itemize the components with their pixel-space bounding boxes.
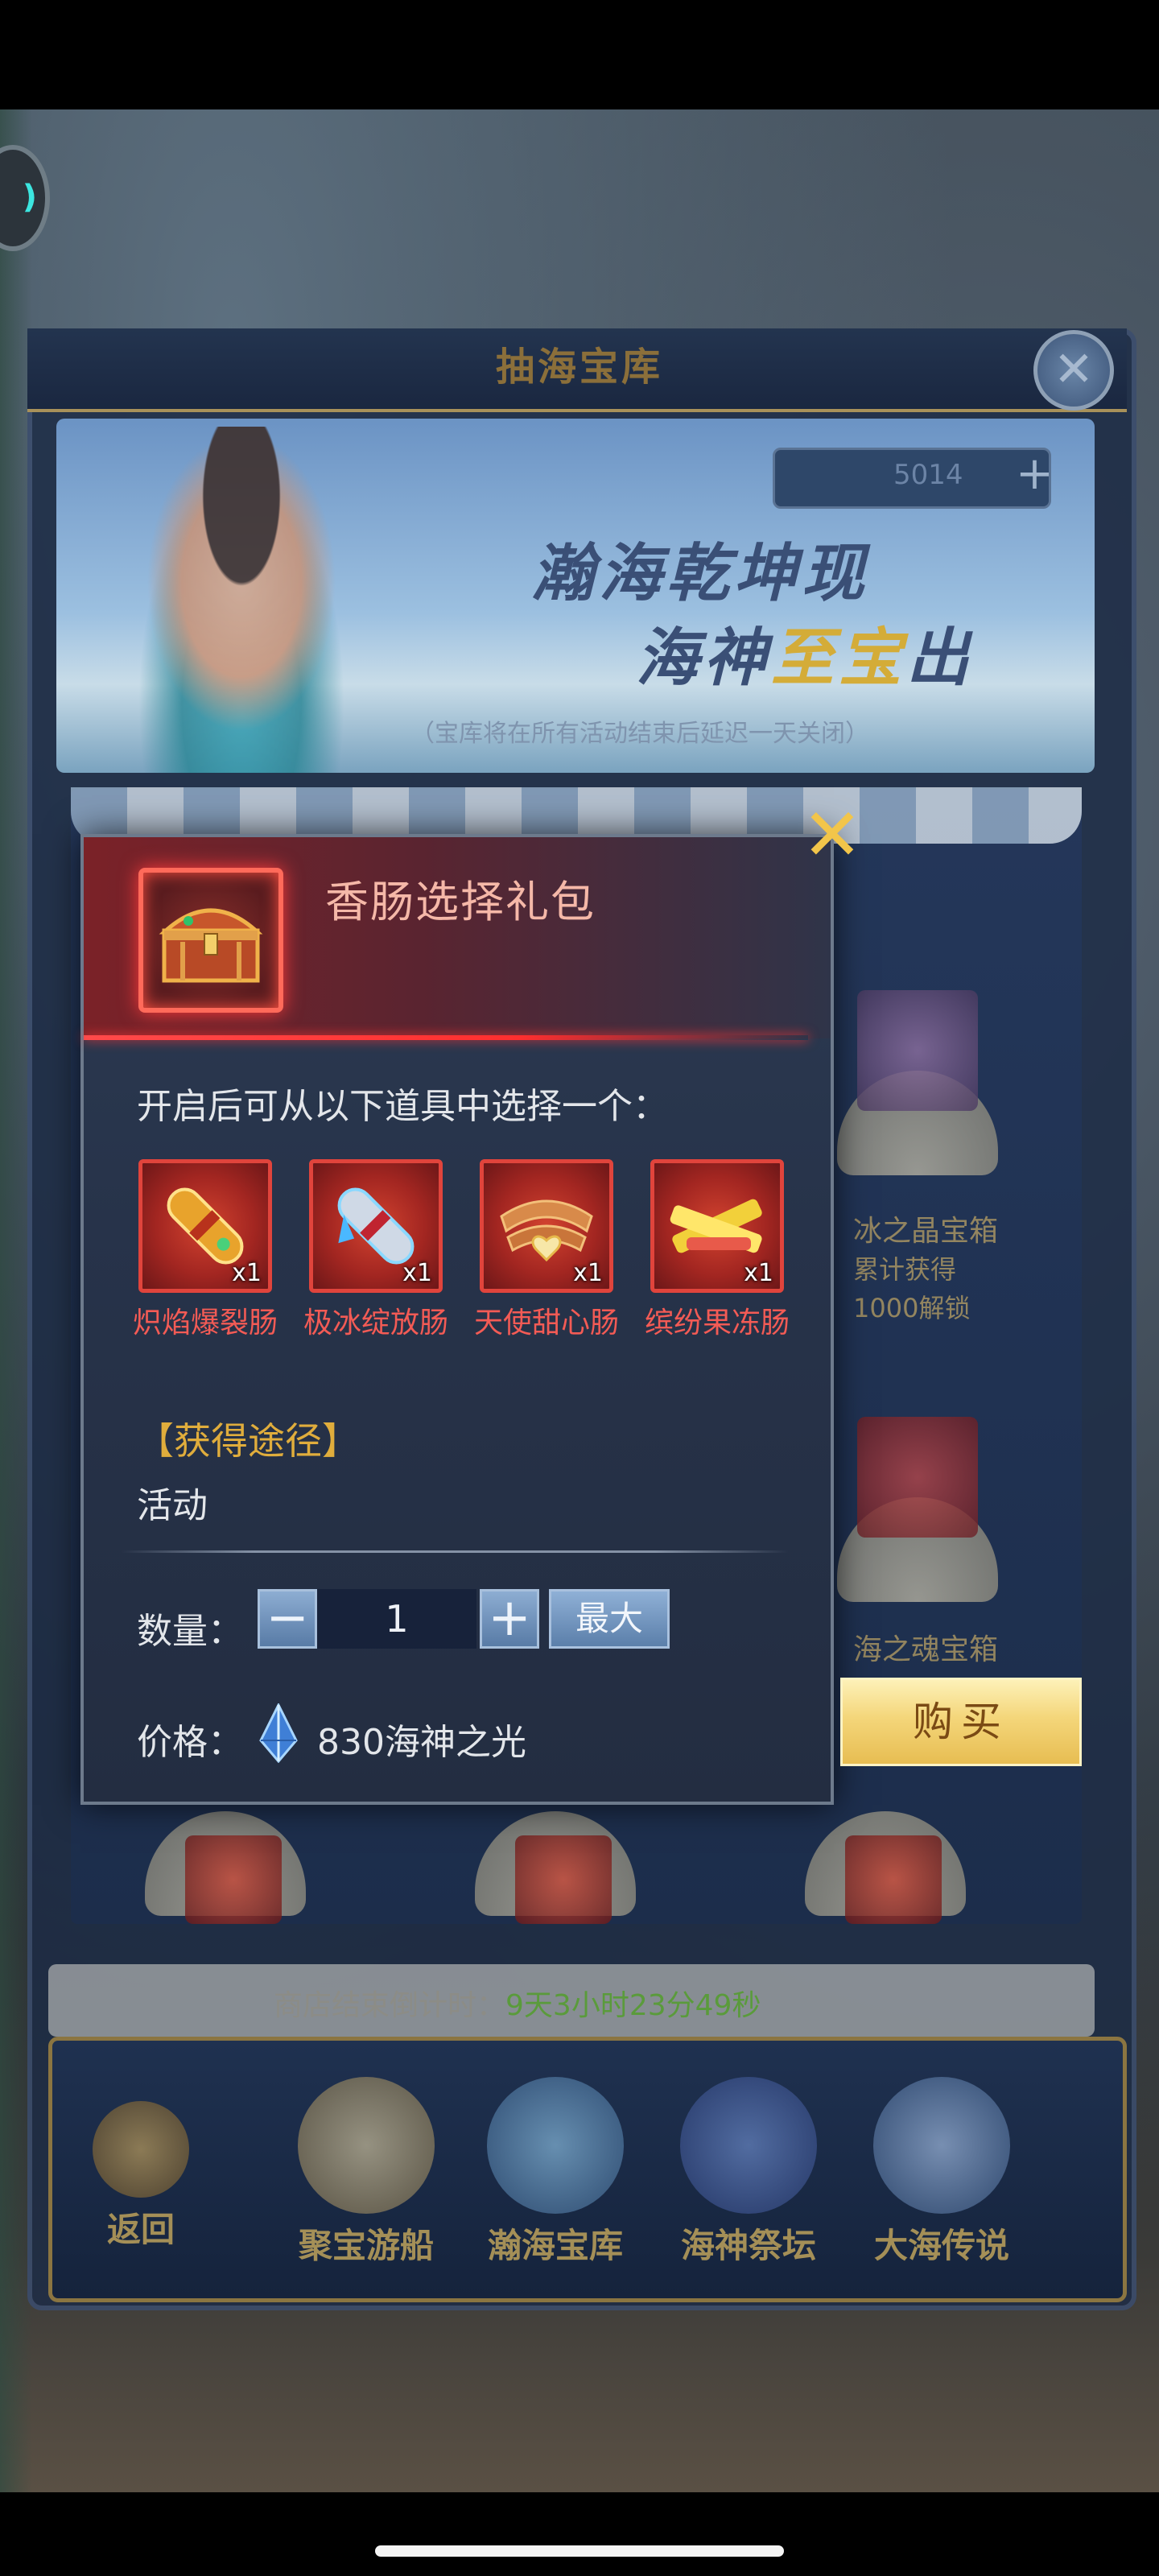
- currency-value: 5014: [893, 459, 963, 491]
- item-slot-fire-sausage[interactable]: x1: [138, 1159, 272, 1293]
- shop-item-chest[interactable]: [857, 1417, 978, 1538]
- vault-icon: [487, 2077, 624, 2214]
- timer-value: 9天3小时23分49秒: [505, 1989, 761, 2022]
- back-icon: [93, 2101, 189, 2198]
- ring-icon: ): [22, 179, 37, 216]
- price-value: 830海神之光: [317, 1722, 526, 1763]
- shop-timer: 商店结束倒计时：9天3小时23分49秒: [274, 1982, 761, 2024]
- banner-headline-2-pre: 海神: [636, 622, 772, 695]
- max-quantity-button[interactable]: 最大: [549, 1589, 670, 1649]
- shop-item[interactable]: [845, 1835, 942, 1924]
- dialog-header-divider: [84, 1035, 808, 1040]
- dialog-description: 开启后可从以下道具中选择一个：: [137, 1086, 668, 1127]
- item-qty: x1: [402, 1259, 432, 1287]
- banner-headline-2-post: 出: [906, 622, 975, 695]
- price-label: 价格：: [137, 1722, 243, 1763]
- divider: [121, 1550, 789, 1553]
- item-name: 极冰绽放肠: [303, 1307, 448, 1340]
- nav-item-sea-vault[interactable]: 瀚海宝库: [467, 2077, 644, 2268]
- treasure-chest-icon: [159, 908, 263, 983]
- nav-label: 大海传说: [873, 2226, 1009, 2265]
- item-name: 天使甜心肠: [473, 1307, 619, 1340]
- nav-item-legend[interactable]: 大海传说: [853, 2077, 1030, 2268]
- legend-icon: [873, 2077, 1010, 2214]
- dialog-close-button[interactable]: ✕: [800, 799, 864, 872]
- shop-close-button[interactable]: ✕: [1033, 330, 1114, 411]
- item-name: 缤纷果冻肠: [644, 1307, 790, 1340]
- timer-label: 商店结束倒计时：: [274, 1989, 506, 2022]
- quantity-label: 数量：: [137, 1611, 243, 1652]
- shop-item[interactable]: [185, 1835, 282, 1924]
- shop-item-line3: 1000解锁: [853, 1293, 971, 1323]
- shop-item-chest[interactable]: [857, 990, 978, 1111]
- sea-god-light-gem-icon: [259, 1703, 298, 1763]
- item-slot-ice-sausage[interactable]: x1: [309, 1159, 443, 1293]
- nav-label: 海神祭坛: [680, 2226, 816, 2265]
- quantity-minus-button[interactable]: −: [258, 1589, 317, 1649]
- banner-headline-2-highlight: 至宝: [771, 622, 907, 695]
- shop-item-line2: 累计获得: [853, 1254, 957, 1285]
- item-qty: x1: [573, 1259, 603, 1287]
- altar-icon: [680, 2077, 817, 2214]
- buy-button[interactable]: 购买: [840, 1678, 1082, 1766]
- item-slot-jelly-sausage[interactable]: x1: [650, 1159, 784, 1293]
- home-indicator[interactable]: [375, 2545, 784, 2557]
- currency-add-button[interactable]: +: [1016, 448, 1054, 500]
- banner-headline-2: 海神至宝出: [636, 608, 974, 698]
- item-name: 炽焰爆裂肠: [132, 1307, 278, 1340]
- shop-item-name: 冰之晶宝箱: [853, 1215, 999, 1248]
- item-slot-angel-sausage[interactable]: x1: [480, 1159, 613, 1293]
- banner-headline-1: 瀚海乾坤现: [531, 538, 870, 610]
- nav-label: 瀚海宝库: [487, 2226, 623, 2265]
- shop-title: 抽海宝库: [495, 345, 663, 390]
- nav-item-treasure-boat[interactable]: 聚宝游船: [282, 2077, 451, 2268]
- banner-note: （宝库将在所有活动结束后延迟一天关闭）: [410, 720, 869, 748]
- dialog-title: 香肠选择礼包: [325, 877, 596, 927]
- boat-icon: [298, 2077, 435, 2214]
- nav-back-button[interactable]: 返回: [72, 2101, 209, 2252]
- nav-label: 聚宝游船: [298, 2226, 434, 2265]
- nav-back-label: 返回: [106, 2210, 175, 2249]
- source-heading: 【获得途径】: [137, 1419, 359, 1463]
- shop-item[interactable]: [515, 1835, 612, 1924]
- nav-item-altar[interactable]: 海神祭坛: [660, 2077, 837, 2268]
- banner-character: [121, 427, 362, 773]
- shop-item-name: 海之魂宝箱: [853, 1633, 999, 1666]
- quantity-plus-button[interactable]: +: [480, 1589, 539, 1649]
- item-qty: x1: [232, 1259, 262, 1287]
- source-text: 活动: [137, 1485, 208, 1526]
- item-qty: x1: [744, 1259, 773, 1287]
- quantity-field[interactable]: 1: [317, 1589, 476, 1649]
